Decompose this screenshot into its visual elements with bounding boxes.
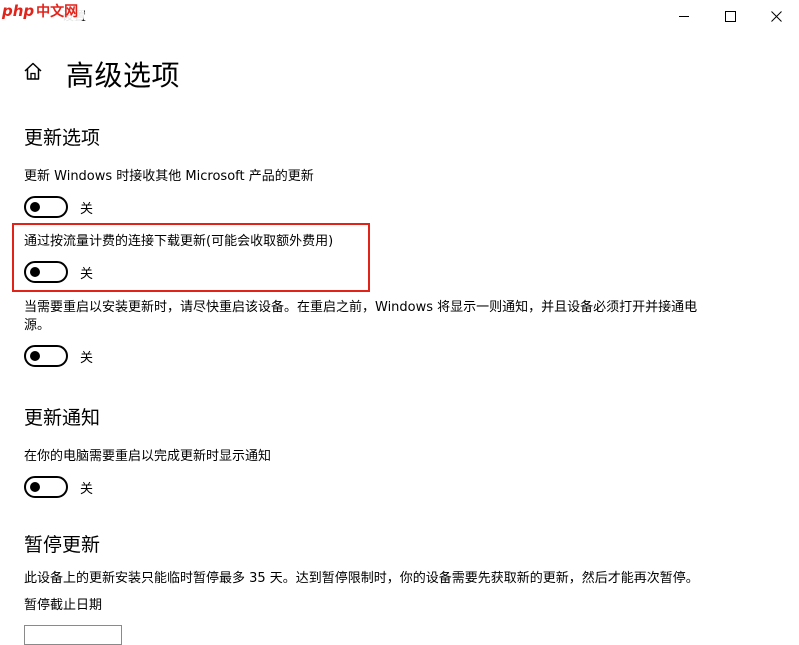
restart-notify-toggle[interactable] [24,476,68,498]
toggle-knob [30,482,40,492]
ms-products-label: 更新 Windows 时接收其他 Microsoft 产品的更新 [24,169,314,184]
restart-asap-label-line2: 源。 [24,318,51,333]
metered-label: 通过按流量计费的连接下载更新(可能会收取额外费用) [24,234,334,249]
close-icon [770,10,782,22]
watermark-php: php [2,2,35,20]
section-pause-updates: 暂停更新 [24,534,101,556]
page-title: 高级选项 [66,59,181,92]
close-button[interactable] [753,0,799,32]
toggle-knob [30,202,40,212]
restart-asap-state: 关 [80,351,94,366]
home-icon [24,62,42,80]
section-update-options: 更新选项 [24,127,101,149]
watermark-cn: 中文网 [36,4,79,20]
metered-toggle[interactable] [24,261,68,283]
toggle-knob [30,267,40,277]
restart-notify-state: 关 [80,482,94,497]
section-update-notifications: 更新通知 [24,407,101,429]
watermark-logo: php 中文网 [0,0,85,22]
restart-asap-label: 当需要重启以安装更新时，请尽快重启该设备。在重启之前，Windows 将显示一则… [24,299,697,335]
pause-date-label: 暂停截止日期 [24,598,103,613]
title-bar: 设置 [0,0,799,32]
maximize-button[interactable] [707,0,753,32]
pause-date-dropdown[interactable] [24,625,122,645]
restart-asap-toggle[interactable] [24,345,68,367]
restart-asap-label-line1: 当需要重启以安装更新时，请尽快重启该设备。在重启之前，Windows 将显示一则… [24,300,698,315]
minimize-button[interactable] [661,0,707,32]
home-button[interactable] [22,60,44,82]
ms-products-state: 关 [80,202,94,217]
metered-state: 关 [80,267,94,282]
ms-products-toggle[interactable] [24,196,68,218]
toggle-knob [30,351,40,361]
restart-notify-label: 在你的电脑需要重启以完成更新时显示通知 [24,449,272,464]
pause-description: 此设备上的更新安装只能临时暂停最多 35 天。达到暂停限制时，你的设备需要先获取… [24,571,699,586]
minimize-icon [679,15,689,17]
maximize-icon [724,10,736,22]
